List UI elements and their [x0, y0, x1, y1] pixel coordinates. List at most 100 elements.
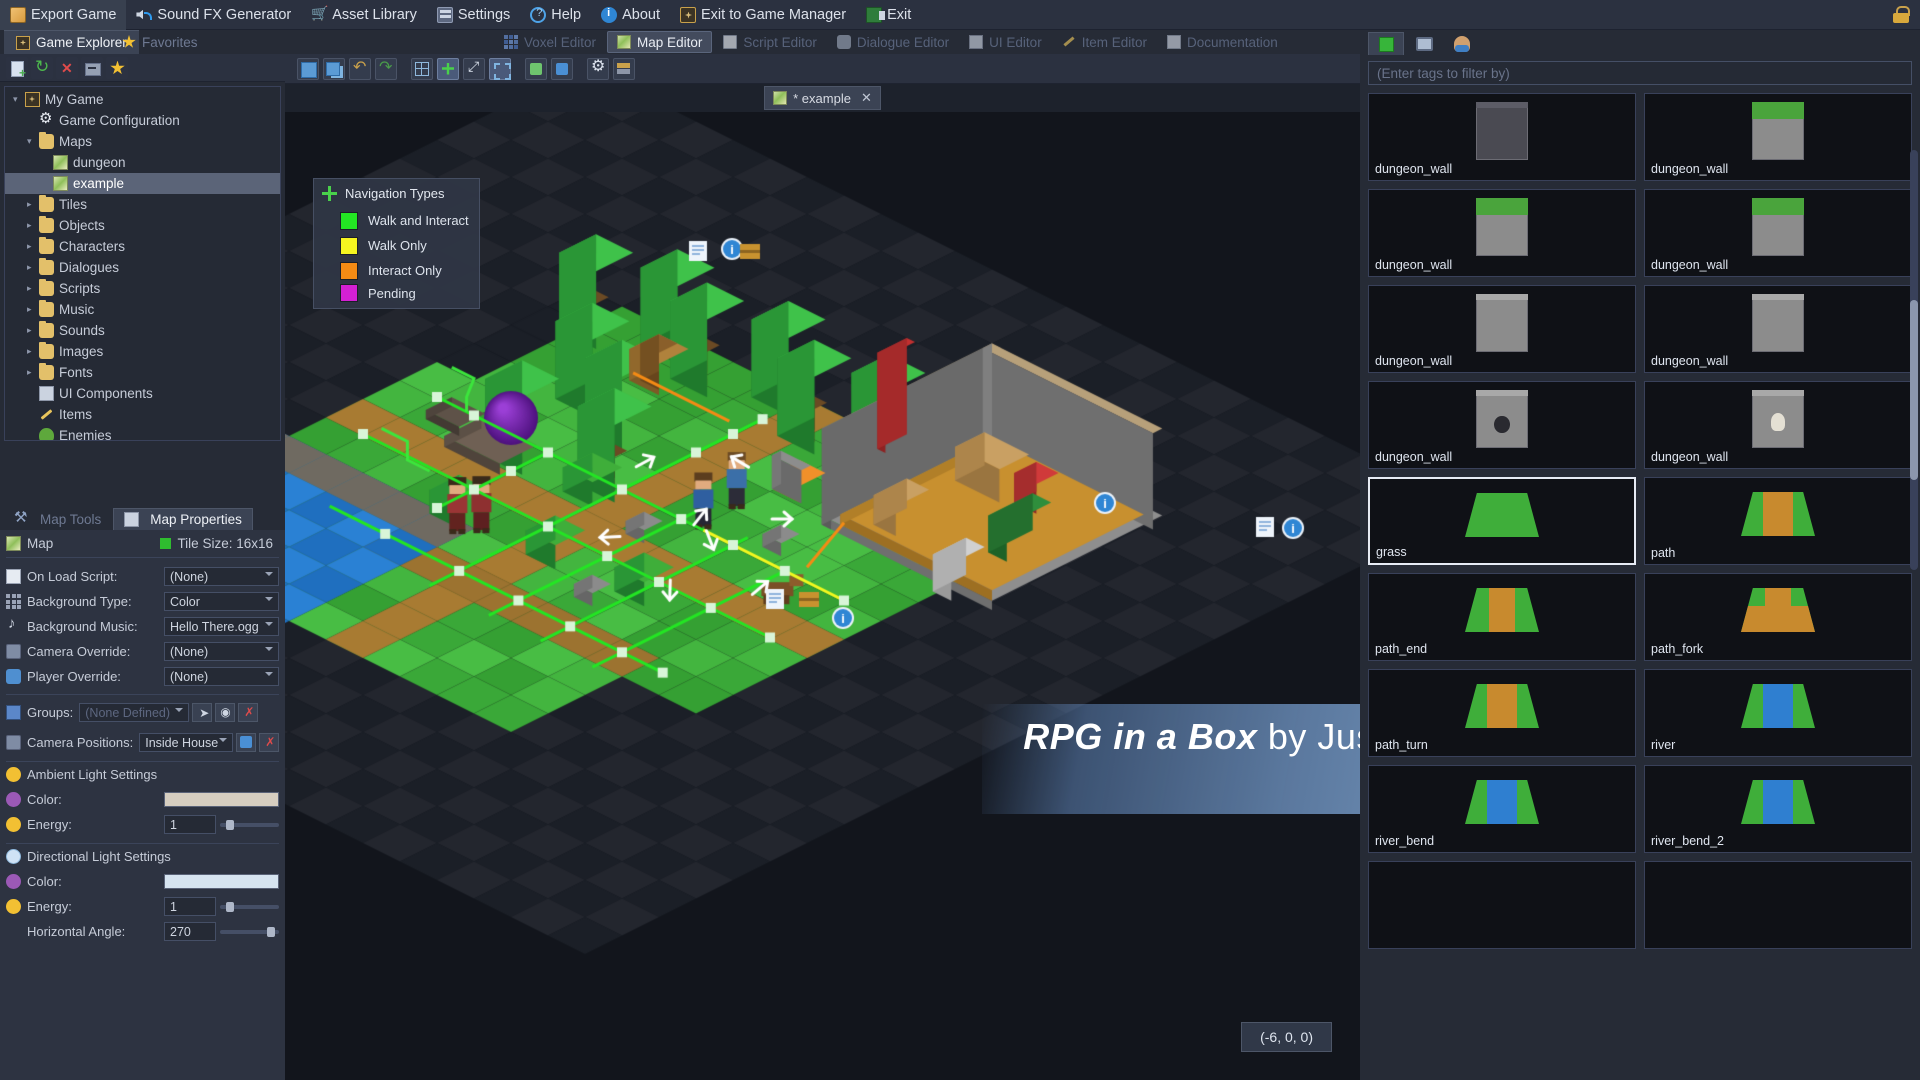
directional-angle-value[interactable]: 270	[164, 922, 216, 941]
camera-positions-select[interactable]: Inside House	[139, 733, 234, 752]
menu-export-game[interactable]: Export Game	[0, 0, 127, 30]
tile-cell-path_end[interactable]: path_end	[1368, 573, 1636, 661]
tree-item-tiles[interactable]: Tiles	[5, 194, 280, 215]
tab-map-editor[interactable]: Map Editor	[607, 31, 713, 53]
tiles-tab[interactable]	[1368, 32, 1404, 55]
on-load-script-select[interactable]: (None)	[164, 567, 279, 586]
tile-cell-grass[interactable]: grass	[1368, 477, 1636, 565]
save-all-icon[interactable]	[323, 57, 345, 80]
ambient-color-swatch[interactable]	[164, 792, 279, 807]
tree-item-dialogues[interactable]: Dialogues	[5, 257, 280, 278]
tree-item-ui-components[interactable]: UI Components	[5, 383, 280, 404]
tree-item-objects[interactable]: Objects	[5, 215, 280, 236]
directional-angle-slider[interactable]	[220, 926, 279, 937]
tree-item-sounds[interactable]: Sounds	[5, 320, 280, 341]
tile-palette-grid[interactable]: dungeon_wall dungeon_wall dungeon_wall dung…	[1368, 93, 1912, 1080]
menu-help[interactable]: Help	[520, 0, 591, 30]
camera-position-delete-button[interactable]: ✗	[259, 733, 279, 752]
tag-filter-input[interactable]: (Enter tags to filter by)	[1368, 61, 1912, 85]
grid-icon[interactable]	[411, 57, 433, 80]
chevron-right-icon[interactable]	[27, 304, 39, 315]
tab-documentation[interactable]: Documentation	[1158, 31, 1287, 53]
project-tree[interactable]: My Game Game Configuration Maps dungeon exam…	[4, 86, 281, 441]
tab-ui-editor[interactable]: UI Editor	[960, 31, 1051, 53]
tree-item-my-game[interactable]: My Game	[5, 89, 280, 110]
gear-icon[interactable]	[587, 56, 609, 80]
tab-voxel-editor[interactable]: Voxel Editor	[495, 31, 605, 53]
menu-exit[interactable]: Exit	[856, 0, 921, 30]
characters-tab[interactable]	[1444, 32, 1480, 55]
map-viewport-3d[interactable]: Navigation Types Walk and Interact Walk …	[285, 112, 1360, 1080]
tree-item-enemies[interactable]: Enemies	[5, 425, 280, 440]
directional-energy-value[interactable]: 1	[164, 897, 216, 916]
chevron-right-icon[interactable]	[27, 283, 39, 294]
chevron-down-icon[interactable]	[27, 136, 39, 147]
tile-cell-dungeon_wall[interactable]: dungeon_wall	[1368, 93, 1636, 181]
star-icon[interactable]	[106, 56, 128, 79]
tab-script-editor[interactable]: Script Editor	[714, 31, 826, 53]
directional-energy-slider[interactable]	[220, 901, 279, 912]
refresh-icon[interactable]	[31, 56, 53, 79]
document-tab-example[interactable]: * example ✕	[764, 86, 881, 110]
expand-icon[interactable]	[463, 57, 485, 80]
tree-item-music[interactable]: Music	[5, 299, 280, 320]
menu-about[interactable]: About	[591, 0, 670, 30]
chevron-right-icon[interactable]	[27, 199, 39, 210]
directional-angle-control[interactable]: 270	[164, 922, 279, 941]
tree-item-images[interactable]: Images	[5, 341, 280, 362]
chevron-right-icon[interactable]	[27, 220, 39, 231]
background-type-select[interactable]: Color	[164, 592, 279, 611]
objects-tab[interactable]	[1406, 32, 1442, 55]
chevron-right-icon[interactable]	[27, 346, 39, 357]
tile-cell-river[interactable]: river	[1644, 669, 1912, 757]
groups-select[interactable]: (None Defined)	[79, 703, 190, 722]
tree-item-scripts[interactable]: Scripts	[5, 278, 280, 299]
ambient-energy-slider[interactable]	[220, 819, 279, 830]
chevron-right-icon[interactable]	[27, 367, 39, 378]
background-music-select[interactable]: Hello There.ogg	[164, 617, 279, 636]
ambient-energy-control[interactable]: 1	[164, 815, 279, 834]
camera-position-add-button[interactable]	[236, 733, 257, 752]
tile-cell-dungeon_wall[interactable]: dungeon_wall	[1644, 93, 1912, 181]
tree-item-fonts[interactable]: Fonts	[5, 362, 280, 383]
menu-asset-library[interactable]: Asset Library	[301, 0, 427, 30]
tab-dialogue-editor[interactable]: Dialogue Editor	[828, 31, 958, 53]
undo-icon[interactable]	[349, 57, 371, 80]
new-file-icon[interactable]	[6, 56, 28, 80]
chevron-down-icon[interactable]	[13, 94, 25, 105]
light-blue-icon[interactable]	[551, 57, 573, 80]
player-override-select[interactable]: (None)	[164, 667, 279, 686]
tile-cell-dungeon_wall[interactable]: dungeon_wall	[1644, 381, 1912, 469]
tile-cell-river_bend_2[interactable]: river_bend_2	[1644, 765, 1912, 853]
tile-cell-dungeon_wall[interactable]: dungeon_wall	[1644, 189, 1912, 277]
lock-icon[interactable]	[1892, 5, 1910, 24]
tree-item-example[interactable]: example	[5, 173, 280, 194]
tile-cell-path_turn[interactable]: path_turn	[1368, 669, 1636, 757]
directional-color-swatch[interactable]	[164, 874, 279, 889]
chevron-right-icon[interactable]	[27, 241, 39, 252]
tab-map-tools[interactable]: Map Tools	[4, 508, 111, 530]
tree-item-game-configuration[interactable]: Game Configuration	[5, 109, 280, 131]
selection-icon[interactable]	[489, 57, 511, 80]
groups-pick-button[interactable]: ➤	[192, 703, 213, 722]
navigation-icon[interactable]	[437, 57, 459, 80]
save-icon[interactable]	[297, 57, 319, 80]
tile-cell-dungeon_wall[interactable]: dungeon_wall	[1368, 285, 1636, 373]
close-icon[interactable]: ✕	[861, 90, 872, 106]
tree-item-maps[interactable]: Maps	[5, 131, 280, 152]
tile-cell[interactable]	[1368, 861, 1636, 949]
tile-cell-river_bend[interactable]: river_bend	[1368, 765, 1636, 853]
groups-visibility-button[interactable]: ◉	[215, 703, 236, 722]
tile-cell-dungeon_wall[interactable]: dungeon_wall	[1368, 381, 1636, 469]
tab-favorites[interactable]: Favorites	[110, 30, 210, 54]
layers-icon[interactable]	[613, 57, 635, 80]
delete-icon[interactable]	[56, 56, 78, 79]
tile-cell-path_fork[interactable]: path_fork	[1644, 573, 1912, 661]
redo-icon[interactable]	[375, 57, 397, 80]
tile-cell-dungeon_wall[interactable]: dungeon_wall	[1368, 189, 1636, 277]
tile-cell[interactable]	[1644, 861, 1912, 949]
collapse-icon[interactable]	[81, 56, 103, 79]
chevron-right-icon[interactable]	[27, 262, 39, 273]
chevron-right-icon[interactable]	[27, 325, 39, 336]
tree-item-dungeon[interactable]: dungeon	[5, 152, 280, 173]
